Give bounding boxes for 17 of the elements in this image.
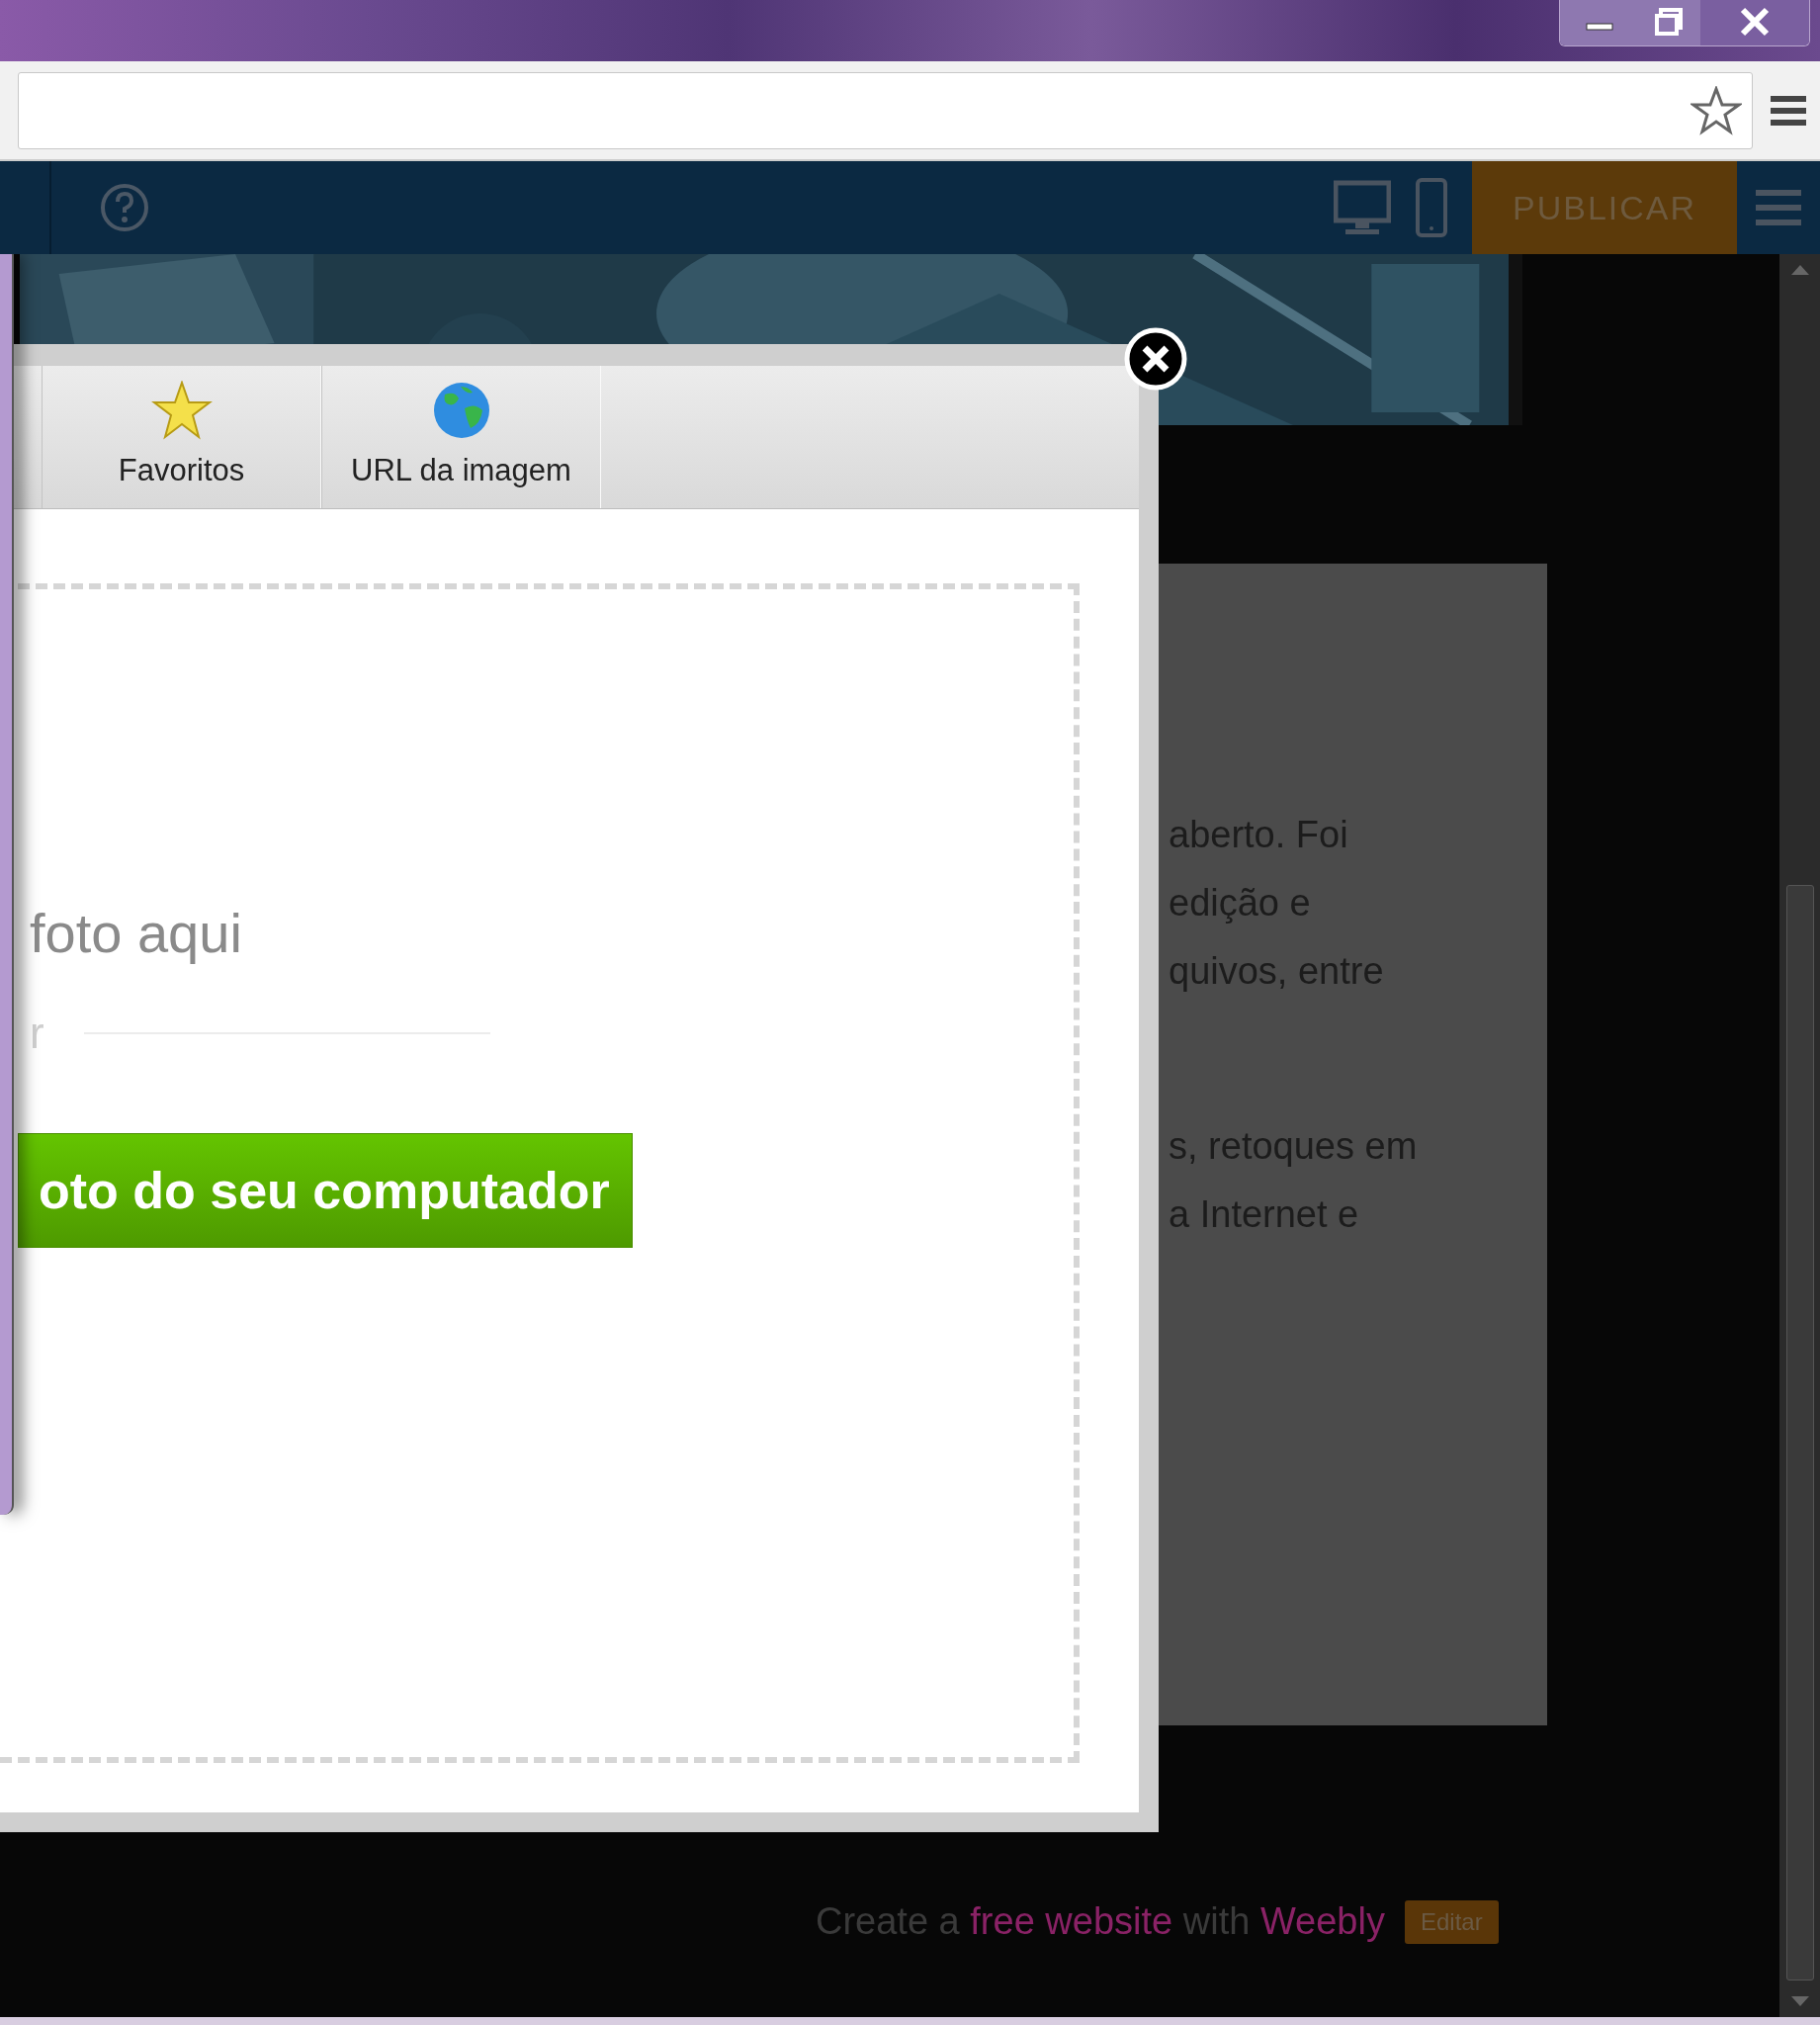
menu-icon[interactable] bbox=[1771, 93, 1806, 128]
bookmark-star-icon[interactable] bbox=[1690, 85, 1742, 135]
footer-link[interactable]: Weebly bbox=[1259, 1900, 1385, 1942]
desktop-icon[interactable] bbox=[1334, 179, 1391, 236]
scroll-up-icon[interactable] bbox=[1789, 264, 1810, 276]
restore-icon[interactable] bbox=[1639, 0, 1700, 45]
scroll-down-icon[interactable] bbox=[1789, 1995, 1810, 2007]
scrollbar[interactable] bbox=[1779, 254, 1820, 2017]
minimize-icon[interactable] bbox=[1560, 0, 1639, 45]
upload-button[interactable]: oto do seu computador bbox=[18, 1133, 633, 1248]
help-icon[interactable] bbox=[99, 182, 150, 233]
star-icon bbox=[150, 380, 213, 440]
phone-icon[interactable] bbox=[1415, 177, 1448, 238]
tab[interactable]: URL da imagem bbox=[321, 366, 601, 508]
edit-button[interactable]: Editar bbox=[1404, 1899, 1499, 1944]
footer-link[interactable]: free website bbox=[970, 1900, 1173, 1942]
tab[interactable]: Favoritos bbox=[42, 366, 321, 508]
